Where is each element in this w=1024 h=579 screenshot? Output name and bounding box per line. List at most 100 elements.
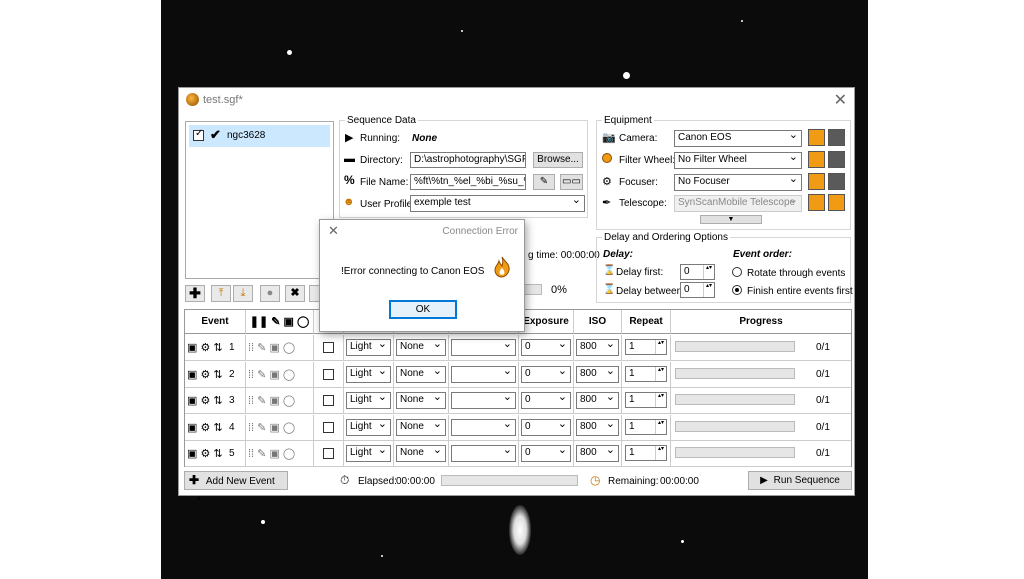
camera-connect-icon[interactable] <box>828 129 845 146</box>
event-option-select[interactable] <box>451 443 516 462</box>
table-row[interactable]: ▣ ⚙ ⇅ 3 ⁞⁞ ✎ ▣ ◯ Light None 0 800 1 0/1 <box>185 388 851 414</box>
event-icons[interactable]: ▣ ⚙ ⇅ <box>187 341 223 354</box>
sequence-data-label: Sequence Data <box>345 115 418 126</box>
repeat-stepper[interactable]: 1 <box>625 418 667 435</box>
iso-select[interactable]: 800 <box>576 417 619 436</box>
close-icon[interactable]: ✕ <box>834 90 847 110</box>
delay-between-stepper[interactable]: 0 <box>680 282 715 298</box>
elapsed-value: 00:00:00 <box>396 476 435 487</box>
header-repeat: Repeat <box>622 310 671 334</box>
add-target-button[interactable]: ✚ <box>185 285 205 302</box>
pipette-icon[interactable]: ✎ <box>533 174 555 190</box>
exposure-select[interactable]: 0 <box>521 417 571 436</box>
event-icons[interactable]: ▣ ⚙ ⇅ <box>187 421 223 434</box>
event-option-select[interactable] <box>451 390 516 409</box>
run-sequence-button[interactable]: ▶ Run Sequence <box>748 471 852 490</box>
event-enable-checkbox[interactable] <box>323 448 334 459</box>
frame-type-select[interactable]: Light <box>346 364 391 383</box>
exposure-select[interactable]: 0 <box>521 443 571 462</box>
iso-select[interactable]: 800 <box>576 443 619 462</box>
circle-icon[interactable]: ● <box>260 285 280 302</box>
filter-select[interactable]: None <box>396 364 446 383</box>
header-event: Event <box>185 310 246 334</box>
exposure-select[interactable]: 0 <box>521 337 571 356</box>
event-option-select[interactable] <box>451 364 516 383</box>
event-option-select[interactable] <box>451 337 516 356</box>
delay-first-stepper[interactable]: 0 <box>680 264 715 280</box>
event-enable-checkbox[interactable] <box>323 395 334 406</box>
filter-select[interactable]: None <box>396 443 446 462</box>
move-down-button[interactable]: ⤓ <box>233 285 253 302</box>
event-enable-checkbox[interactable] <box>323 368 334 380</box>
event-action-icons[interactable]: ⁞⁞ ✎ ▣ ◯ <box>248 394 295 407</box>
close-icon[interactable]: ✕ <box>328 223 339 239</box>
event-action-icons[interactable]: ⁞⁞ ✎ ▣ ◯ <box>248 368 295 381</box>
target-list[interactable]: ✔ ngc3628 <box>185 121 334 279</box>
event-action-icons[interactable]: ⁞⁞ ✎ ▣ ◯ <box>248 341 295 354</box>
telescope-connect-icon[interactable] <box>828 194 845 211</box>
directory-label: Directory: <box>360 155 403 166</box>
table-row[interactable]: ▣ ⚙ ⇅ 5 ⁞⁞ ✎ ▣ ◯ Light None 0 800 1 0/1 <box>185 441 851 467</box>
filter-connect-icon[interactable] <box>828 151 845 168</box>
glasses-icon[interactable]: ▭▭ <box>560 174 583 190</box>
exposure-select[interactable]: 0 <box>521 364 571 383</box>
event-action-icons[interactable]: ⁞⁞ ✎ ▣ ◯ <box>248 421 295 434</box>
focuser-select[interactable]: No Focuser <box>674 172 802 191</box>
browse-button[interactable]: Browse... <box>533 152 583 168</box>
header-iso: ISO <box>574 310 622 334</box>
filename-field[interactable]: %ft\%tn_%el_%bi_%su_%04 <box>410 174 526 190</box>
clock-icon: ◷ <box>590 473 601 487</box>
expand-equipment-button[interactable]: ▼ <box>700 215 762 224</box>
filter-cell: None <box>394 388 449 414</box>
repeat-cell: 1 <box>622 414 671 441</box>
table-row[interactable]: ▣ ⚙ ⇅ 4 ⁞⁞ ✎ ▣ ◯ Light None 0 800 1 0/1 <box>185 414 851 441</box>
event-enable-checkbox[interactable] <box>323 342 334 353</box>
repeat-stepper[interactable]: 1 <box>625 392 667 408</box>
telescope-select[interactable]: SynScanMobile Telescope <box>674 193 802 212</box>
filter-select[interactable]: None <box>396 417 446 436</box>
repeat-stepper[interactable]: 1 <box>625 445 667 461</box>
filter-wheel-select[interactable]: No Filter Wheel <box>674 150 802 169</box>
event-icons[interactable]: ▣ ⚙ ⇅ <box>187 394 223 407</box>
delete-target-button[interactable]: ✖ <box>285 285 305 302</box>
camera-settings-wrench-icon[interactable] <box>808 129 825 146</box>
profile-select[interactable]: exemple test <box>410 193 585 212</box>
ok-button[interactable]: OK <box>389 300 457 319</box>
focuser-connect-icon[interactable] <box>828 173 845 190</box>
filter-select[interactable]: None <box>396 390 446 409</box>
filter-cell: None <box>394 361 449 388</box>
camera-select[interactable]: Canon EOS <box>674 128 802 147</box>
filter-settings-wrench-icon[interactable] <box>808 151 825 168</box>
event-icons[interactable]: ▣ ⚙ ⇅ <box>187 447 223 460</box>
repeat-stepper[interactable]: 1 <box>625 339 667 355</box>
remaining-value: 00:00:00 <box>660 476 699 487</box>
exposure-select[interactable]: 0 <box>521 390 571 409</box>
table-row[interactable]: ▣ ⚙ ⇅ 2 ⁞⁞ ✎ ▣ ◯ Light None 0 800 1 0/1 <box>185 361 851 388</box>
iso-select[interactable]: 800 <box>576 364 619 383</box>
target-checkbox[interactable] <box>193 128 204 141</box>
event-icons[interactable]: ▣ ⚙ ⇅ <box>187 368 223 381</box>
iso-select[interactable]: 800 <box>576 390 619 409</box>
frame-type-select[interactable]: Light <box>346 417 391 436</box>
telescope-settings-wrench-icon[interactable] <box>808 194 825 211</box>
dropdown-arrow-icon: ▾ <box>197 494 202 503</box>
focuser-settings-wrench-icon[interactable] <box>808 173 825 190</box>
finish-events-radio[interactable] <box>732 285 742 296</box>
event-enable-checkbox[interactable] <box>323 421 334 433</box>
list-item[interactable]: ✔ ngc3628 <box>189 125 330 147</box>
directory-field[interactable]: D:\astrophotography\SGP <box>410 152 526 168</box>
table-row[interactable]: ▣ ⚙ ⇅ 1 ⁞⁞ ✎ ▣ ◯ Light None 0 800 1 0/1 <box>185 335 851 361</box>
frame-type-select[interactable]: Light <box>346 337 391 356</box>
rotate-events-radio[interactable] <box>732 267 742 278</box>
frame-type-select[interactable]: Light <box>346 390 391 409</box>
move-up-button[interactable]: ⤒ <box>211 285 231 302</box>
blank-cell <box>449 361 519 388</box>
event-option-select[interactable] <box>451 417 516 436</box>
event-action-icons[interactable]: ⁞⁞ ✎ ▣ ◯ <box>248 447 295 460</box>
blank-cell <box>449 388 519 414</box>
repeat-stepper[interactable]: 1 <box>625 365 667 382</box>
iso-select[interactable]: 800 <box>576 337 619 356</box>
add-new-event-button[interactable]: ✚ Add New Event ▾ <box>184 471 288 503</box>
frame-type-select[interactable]: Light <box>346 443 391 462</box>
filter-select[interactable]: None <box>396 337 446 356</box>
